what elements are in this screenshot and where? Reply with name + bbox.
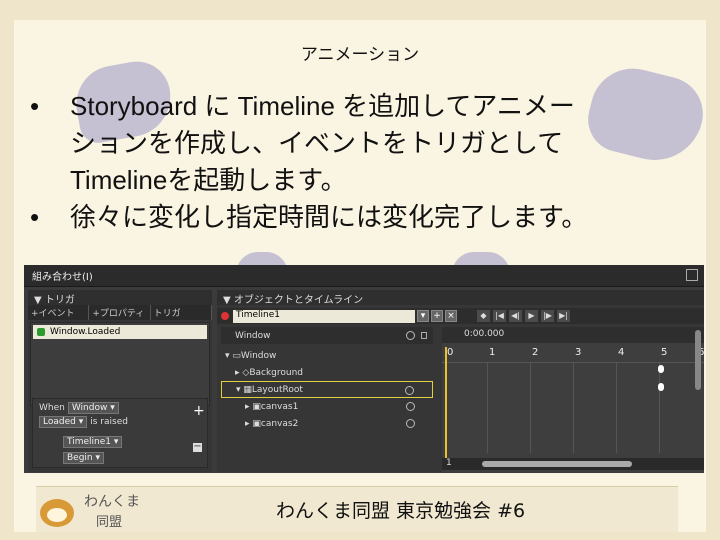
- bear-icon: [40, 499, 74, 527]
- record-icon[interactable]: [221, 312, 229, 320]
- vertical-scrollbar[interactable]: [695, 330, 701, 390]
- trigger-condition: When Window ▾ Loaded ▾ is raised + Timel…: [32, 398, 208, 468]
- play-icon[interactable]: ▶: [525, 310, 538, 322]
- visibility-icon[interactable]: [406, 331, 415, 340]
- tree-label: Background: [249, 367, 304, 378]
- tree-item[interactable]: ▸ ◇ Background: [221, 364, 433, 381]
- tree-label: LayoutRoot: [251, 384, 303, 395]
- timeline-name-field[interactable]: Timeline1: [233, 309, 415, 323]
- prev-frame-icon[interactable]: ◀|: [509, 310, 522, 322]
- ruler-tick: 5: [661, 347, 668, 358]
- new-timeline-icon[interactable]: +: [431, 310, 443, 322]
- trigger-list: Window.Loaded: [30, 322, 210, 406]
- time-display: 0:00.000: [442, 327, 704, 343]
- scrollbar-thumb[interactable]: [482, 461, 632, 467]
- objects-header[interactable]: ▼ オブジェクトとタイムライン: [217, 290, 704, 306]
- visibility-icon[interactable]: [406, 419, 415, 428]
- tree-item-selected[interactable]: ▾ ▦ LayoutRoot: [221, 381, 433, 398]
- grid-line: [573, 363, 574, 453]
- objects-timeline-panel: ▼ オブジェクトとタイムライン Timeline1 ▾ + × ◆ |◀ ◀| …: [217, 290, 704, 472]
- add-event-button[interactable]: +イベント: [28, 305, 90, 320]
- ruler-tick: 0: [447, 347, 454, 358]
- window-scope-row[interactable]: Window: [221, 327, 433, 344]
- logo-text-bottom: 同盟: [96, 515, 123, 530]
- trigger-icon: [37, 328, 45, 336]
- grid-line: [616, 363, 617, 453]
- bullet-line: 徐々に変化し指定時間には変化完了します。: [70, 202, 588, 232]
- grid-line: [659, 363, 660, 453]
- panel-header: 組み合わせ(I): [24, 265, 704, 287]
- ruler-tick: 4: [618, 347, 625, 358]
- scroll-index: 1: [446, 458, 452, 468]
- loaded-select[interactable]: Loaded ▾: [39, 416, 88, 428]
- wankuma-logo: わんくま 同盟: [40, 491, 160, 531]
- timeline-select-value: Timeline1: [67, 437, 111, 447]
- bullet-dot: •: [30, 202, 40, 232]
- slide-footer: わんくま 同盟 わんくま同盟 東京勉強会 #6: [36, 486, 678, 532]
- action-select-value: Begin: [67, 453, 93, 463]
- playhead[interactable]: [445, 347, 447, 467]
- when-label: When: [39, 403, 65, 413]
- keyframe-marker[interactable]: [658, 383, 664, 391]
- last-frame-icon[interactable]: ▶|: [557, 310, 570, 322]
- ruler-tick: 2: [532, 347, 539, 358]
- tree-item[interactable]: ▸ ▣ canvas1: [221, 398, 433, 415]
- next-frame-icon[interactable]: |▶: [541, 310, 554, 322]
- tree-label: Window: [240, 350, 277, 361]
- dock-icon[interactable]: [686, 269, 698, 281]
- trigger-item[interactable]: Window.Loaded: [33, 325, 207, 339]
- loaded-select-value: Loaded: [43, 417, 76, 427]
- window-select-value: Window: [71, 403, 108, 413]
- panel-title: 組み合わせ(I): [32, 272, 93, 283]
- window-select[interactable]: Window ▾: [67, 402, 119, 414]
- slide-title: アニメーション: [300, 45, 420, 65]
- grid-line: [487, 363, 488, 453]
- window-scope-label: Window: [235, 330, 271, 341]
- add-condition-icon[interactable]: +: [193, 403, 205, 419]
- bullet-line: ションを作成し、イベントをトリガとして: [70, 128, 564, 158]
- logo-text-top: わんくま: [84, 494, 140, 510]
- ruler-tick: 1: [489, 347, 496, 358]
- close-timeline-icon[interactable]: ×: [445, 310, 457, 322]
- triggers-panel: ▼ トリガ +イベント +プロパティ トリガ Window.Loaded Whe…: [28, 290, 212, 472]
- bullet-dot: •: [30, 91, 40, 121]
- first-frame-icon[interactable]: |◀: [493, 310, 506, 322]
- footer-text: わんくま同盟 東京勉強会 #6: [276, 500, 526, 522]
- tree-label: canvas1: [260, 401, 299, 412]
- timeline-area[interactable]: 0:00.000 0 1 2 3 4 5 6 1: [442, 327, 704, 472]
- bullet-line: Storyboard に Timeline を追加してアニメー: [70, 91, 575, 121]
- keyframe-icon[interactable]: ◆: [477, 310, 490, 322]
- visibility-icon[interactable]: [406, 402, 415, 411]
- bullet-list: • Storyboard に Timeline を追加してアニメー ションを作成…: [30, 88, 700, 236]
- bullet-line: Timelineを起動します。: [70, 165, 347, 195]
- timeline-dropdown-icon[interactable]: ▾: [417, 310, 429, 322]
- time-ruler: 0 1 2 3 4 5 6: [442, 347, 704, 363]
- trigger-button[interactable]: トリガ: [151, 305, 212, 320]
- bullet-item: • Storyboard に Timeline を追加してアニメー ションを作成…: [30, 88, 700, 199]
- time-value: 0:00.000: [464, 329, 505, 339]
- horizontal-scrollbar[interactable]: 1: [442, 458, 704, 470]
- bullet-item: • 徐々に変化し指定時間には変化完了します。: [30, 199, 700, 236]
- action-select[interactable]: Begin ▾: [63, 452, 105, 464]
- tree-item[interactable]: ▸ ▣ canvas2: [221, 415, 433, 432]
- blend-screenshot: 組み合わせ(I) ▼ トリガ +イベント +プロパティ トリガ Window.L…: [24, 265, 704, 473]
- tree-label: canvas2: [260, 418, 299, 429]
- triggers-toolbar: +イベント +プロパティ トリガ: [28, 305, 212, 320]
- trigger-label: Window.Loaded: [50, 327, 121, 337]
- remove-action-icon[interactable]: −: [193, 442, 202, 452]
- keyframe-marker[interactable]: [658, 365, 664, 373]
- timeline-toolbar: Timeline1 ▾ + × ◆ |◀ ◀| ▶ |▶ ▶|: [217, 308, 704, 324]
- is-raised-label: is raised: [90, 417, 128, 427]
- tree-item[interactable]: ▾ ▭ Window: [221, 347, 433, 364]
- grid-line: [530, 363, 531, 453]
- lock-icon[interactable]: [421, 332, 427, 339]
- ruler-tick: 3: [575, 347, 582, 358]
- object-tree: Window ▾ ▭ Window ▸ ◇ Background ▾ ▦ Lay…: [221, 327, 433, 455]
- visibility-icon[interactable]: [405, 386, 414, 395]
- add-property-button[interactable]: +プロパティ: [89, 305, 151, 320]
- triggers-header[interactable]: ▼ トリガ: [28, 290, 212, 306]
- timeline-select[interactable]: Timeline1 ▾: [63, 436, 123, 448]
